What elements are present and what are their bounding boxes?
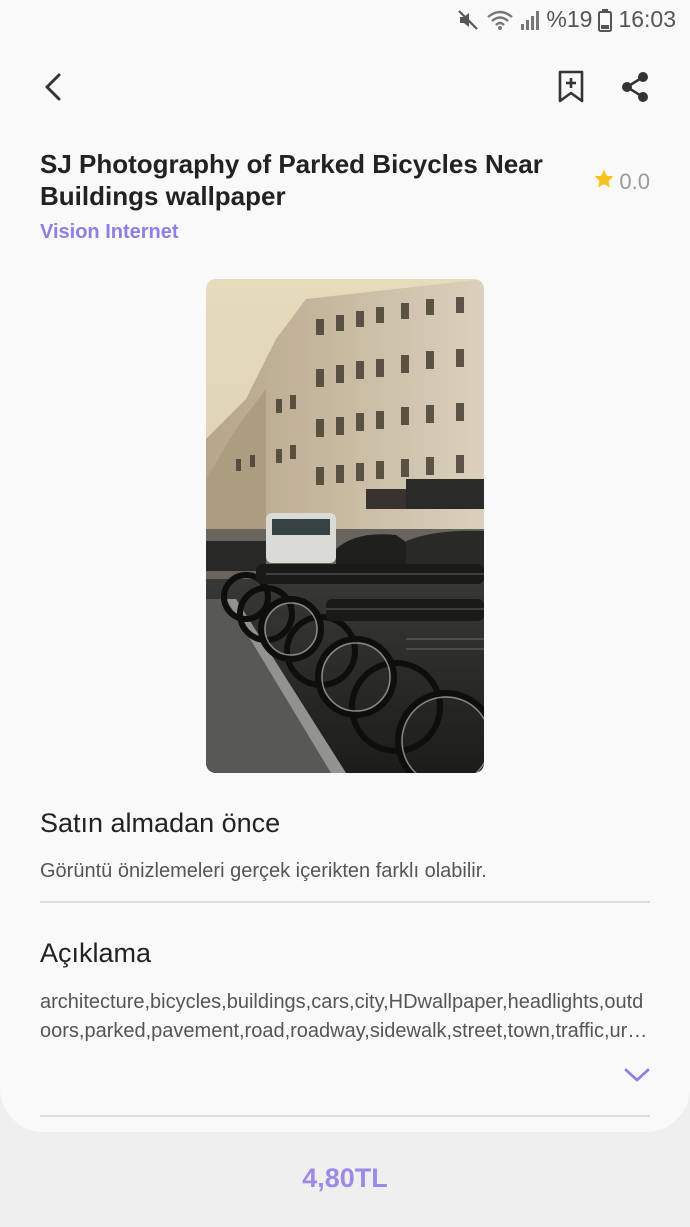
rating: 0.0 [593,168,650,196]
preview-image [206,279,484,773]
description-text: architecture,bicycles,buildings,cars,cit… [40,991,650,1042]
divider [40,901,650,903]
rating-value: 0.0 [619,169,650,194]
status-icons: %19 16:03 [456,6,676,33]
screen: %19 16:03 SJ Photography of Parked Bicyc… [0,0,690,1227]
expand-description-button[interactable] [622,1064,652,1090]
mute-icon [456,8,480,32]
add-to-wishlist-button[interactable] [548,66,594,112]
before-buying-heading: Satın almadan önce [40,808,281,838]
description-heading: Açıklama [40,938,152,968]
publisher-link[interactable]: Vision Internet [40,221,179,244]
back-arrow-icon [41,72,65,107]
star-icon [593,168,615,196]
clock: 16:03 [618,6,676,32]
content-card: %19 16:03 SJ Photography of Parked Bicyc… [0,0,690,1132]
divider [40,1115,650,1117]
battery-icon [598,8,613,32]
product-title: SJ Photography of Parked Bicycles Near B… [40,149,543,211]
wallpaper-preview[interactable] [206,279,484,773]
wifi-icon [486,9,514,31]
status-bar: %19 16:03 [0,0,690,44]
back-button[interactable] [30,66,76,112]
battery-percent: %19 [546,6,593,32]
share-button[interactable] [612,66,658,112]
bookmark-add-icon [557,70,585,109]
signal-icon [520,9,540,31]
share-icon [620,71,650,108]
buy-price-button[interactable]: 4,80TL [0,1163,690,1194]
before-buying-text: Görüntü önizlemeleri gerçek içerikten fa… [40,860,487,882]
chevron-down-icon [624,1067,650,1088]
